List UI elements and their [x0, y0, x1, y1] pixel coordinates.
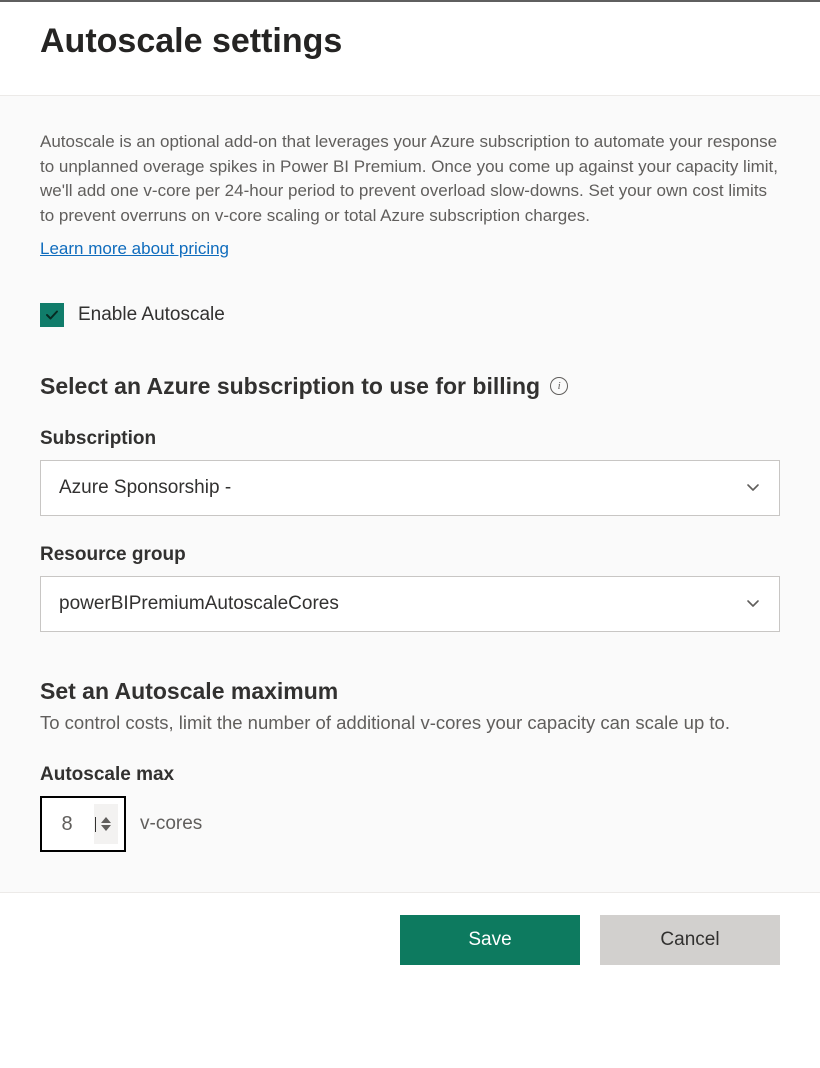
autoscale-max-value[interactable]: 8: [42, 813, 94, 836]
learn-more-link[interactable]: Learn more about pricing: [40, 239, 229, 258]
autoscale-max-unit: v-cores: [140, 813, 202, 835]
decrement-icon[interactable]: [101, 825, 111, 831]
enable-autoscale-label: Enable Autoscale: [78, 304, 225, 326]
resource-group-label: Resource group: [40, 544, 780, 566]
info-icon[interactable]: i: [550, 377, 568, 395]
autoscale-max-stepper[interactable]: 8: [40, 796, 126, 852]
resource-group-select[interactable]: powerBIPremiumAutoscaleCores: [40, 576, 780, 632]
billing-heading: Select an Azure subscription to use for …: [40, 373, 780, 400]
save-button[interactable]: Save: [400, 915, 580, 965]
chevron-down-icon: [745, 596, 761, 612]
panel-header: Autoscale settings: [0, 2, 820, 95]
checkmark-icon: [44, 307, 60, 323]
autoscale-max-row: 8 v-cores: [40, 796, 780, 852]
max-heading: Set an Autoscale maximum: [40, 678, 780, 705]
resource-group-value: powerBIPremiumAutoscaleCores: [59, 593, 339, 615]
autoscale-max-label: Autoscale max: [40, 764, 780, 786]
billing-heading-text: Select an Azure subscription to use for …: [40, 373, 540, 400]
panel-footer: Save Cancel: [0, 892, 820, 987]
subscription-select[interactable]: Azure Sponsorship -: [40, 460, 780, 516]
subscription-value: Azure Sponsorship -: [59, 477, 231, 499]
chevron-down-icon: [745, 480, 761, 496]
description-text: Autoscale is an optional add-on that lev…: [40, 130, 780, 229]
enable-autoscale-checkbox[interactable]: [40, 303, 64, 327]
cancel-button[interactable]: Cancel: [600, 915, 780, 965]
page-title: Autoscale settings: [40, 22, 780, 61]
autoscale-settings-panel: Autoscale settings Autoscale is an optio…: [0, 2, 820, 987]
subscription-label: Subscription: [40, 428, 780, 450]
enable-autoscale-row[interactable]: Enable Autoscale: [40, 303, 780, 327]
max-description: To control costs, limit the number of ad…: [40, 709, 780, 737]
increment-icon[interactable]: [101, 817, 111, 823]
stepper-buttons: [94, 804, 118, 844]
panel-body: Autoscale is an optional add-on that lev…: [0, 95, 820, 892]
